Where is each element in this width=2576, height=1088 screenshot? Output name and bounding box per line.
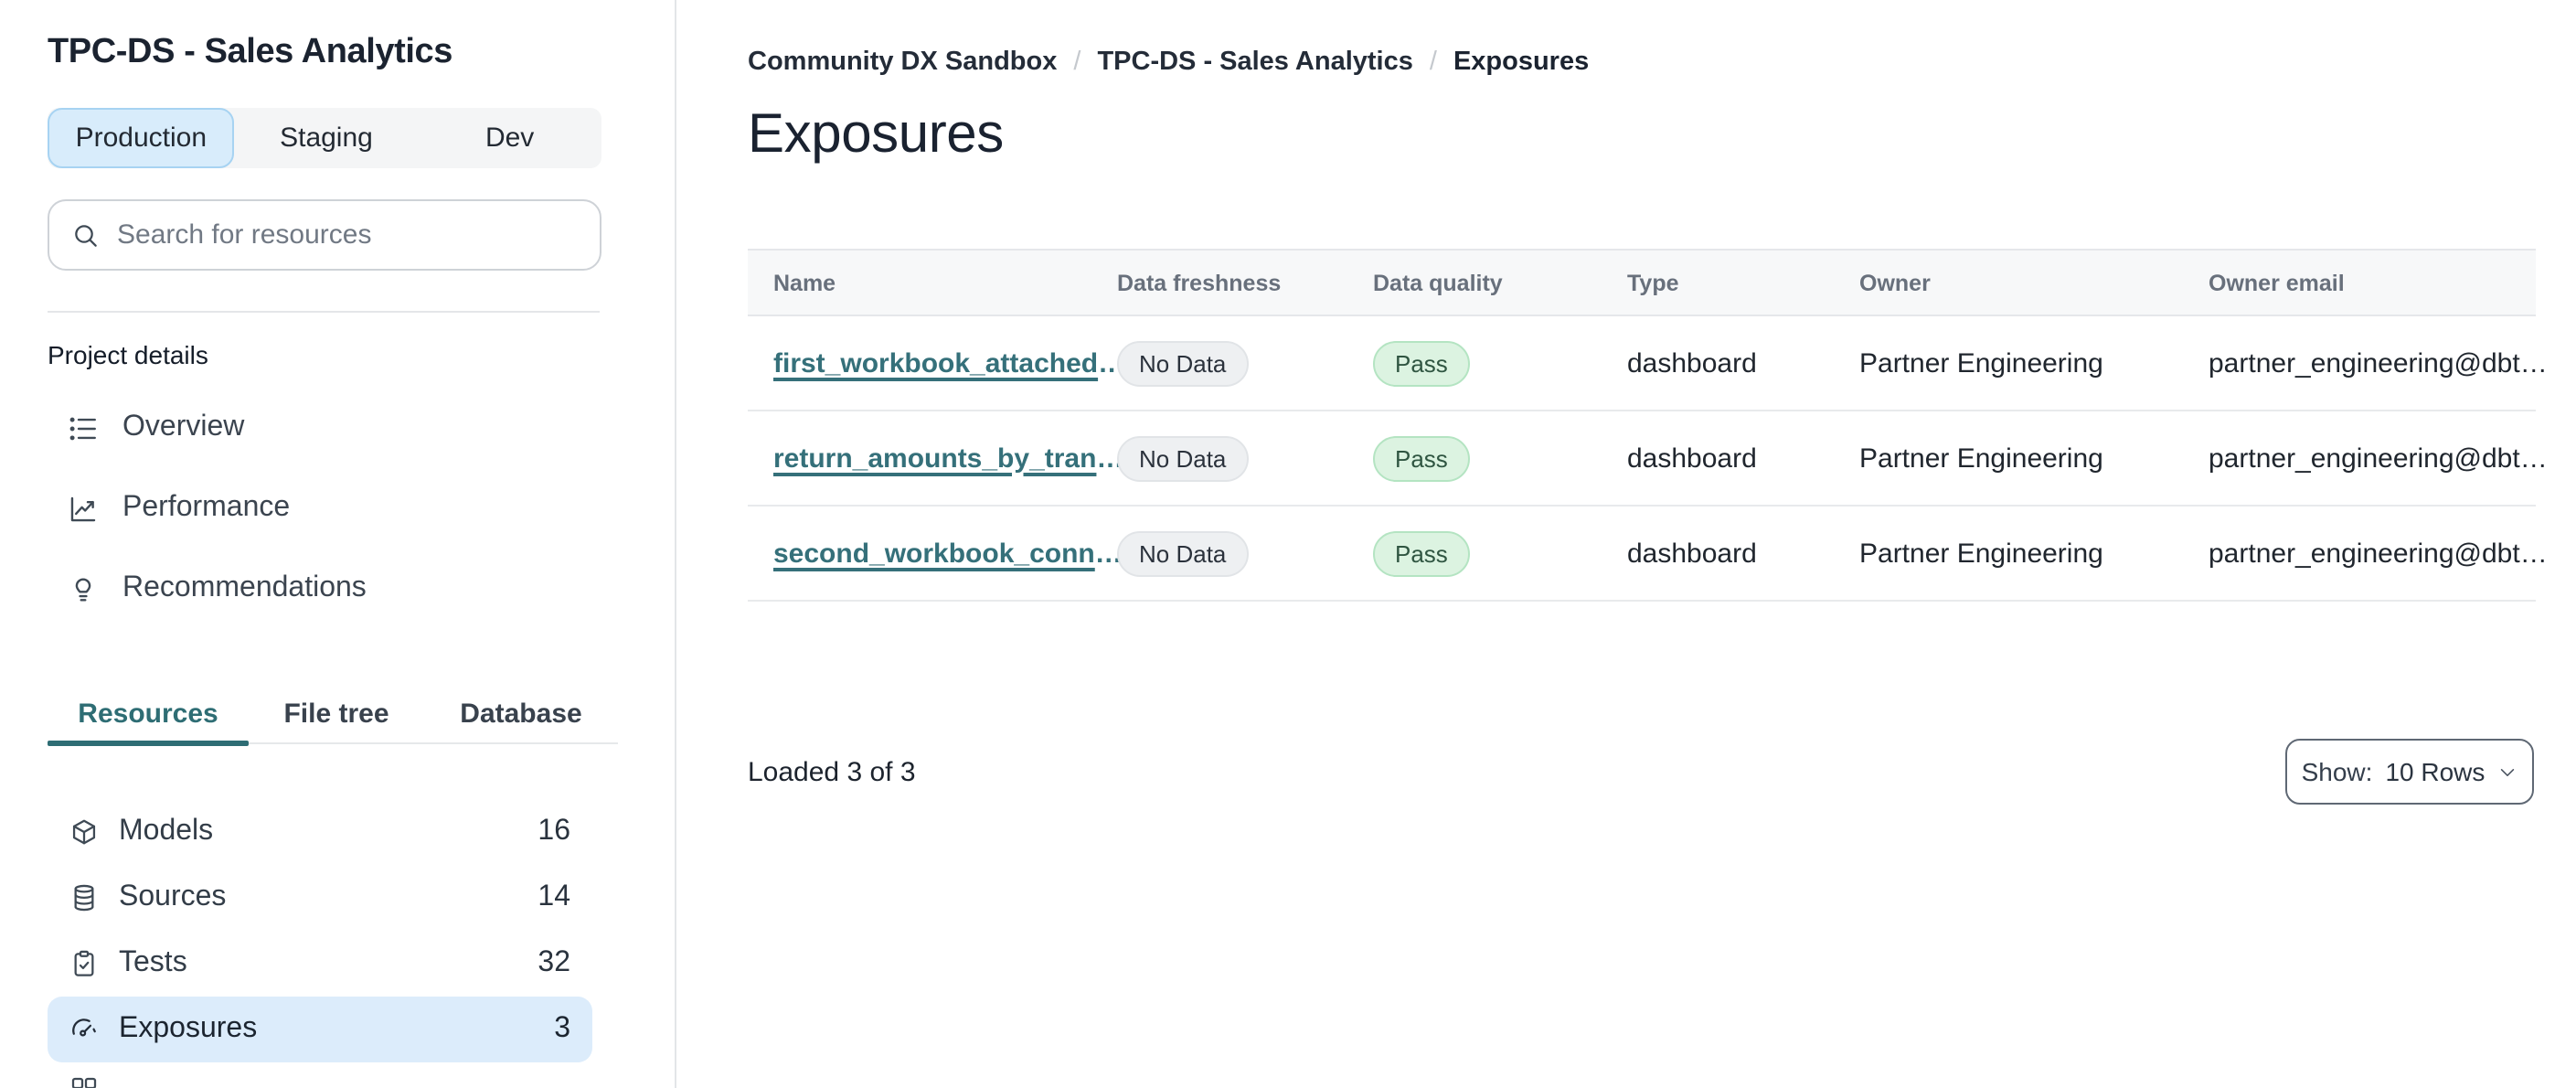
sidebar: TPC-DS - Sales Analytics Production Stag…: [0, 0, 676, 1088]
resource-item-count: 14: [538, 881, 570, 912]
resource-item-label: Sources: [119, 881, 227, 912]
environment-tabs: Production Staging Dev: [48, 108, 601, 168]
resource-item-count: 16: [538, 816, 570, 847]
data-quality-badge: Pass: [1373, 435, 1470, 481]
exposure-type: dashboard: [1627, 538, 1757, 569]
grid-icon: [71, 1077, 97, 1088]
exposure-type: dashboard: [1627, 443, 1757, 474]
sidebar-item-models[interactable]: Models 16: [48, 799, 592, 865]
list-icon: [69, 416, 96, 440]
search-input[interactable]: [117, 219, 578, 251]
data-freshness-badge: No Data: [1117, 530, 1249, 576]
resource-item-label: Tests: [119, 947, 187, 978]
column-header-data-quality: Data quality: [1373, 270, 1503, 295]
rows-per-page-dropdown[interactable]: Show: 10 Rows: [2285, 739, 2534, 805]
sidebar-tabs: Resources File tree Database: [48, 684, 618, 746]
env-tab-staging[interactable]: Staging: [235, 108, 419, 168]
project-details-label: Project details: [48, 340, 208, 369]
exposure-owner-email: partner_engineering@dbt…: [2209, 443, 2548, 474]
sidebar-item-exposures[interactable]: Exposures 3: [48, 997, 592, 1062]
data-quality-badge: Pass: [1373, 340, 1470, 386]
tab-file-tree[interactable]: File tree: [249, 684, 424, 742]
show-value: 10 Rows: [2385, 757, 2486, 786]
breadcrumb-item-exposures: Exposures: [1453, 48, 1590, 77]
resource-list: Models 16 Sources 14 Tests 32 Exposures …: [0, 799, 675, 1088]
tab-database[interactable]: Database: [424, 684, 618, 742]
column-header-type: Type: [1627, 270, 1679, 295]
show-label: Show:: [2301, 757, 2373, 786]
sidebar-item-overview[interactable]: Overview: [48, 388, 601, 468]
sidebar-item-recommendations[interactable]: Recommendations: [48, 549, 601, 629]
sidebar-item-label: Overview: [122, 411, 245, 443]
column-header-name: Name: [773, 270, 836, 295]
breadcrumb-separator: /: [1429, 48, 1437, 77]
sidebar-item-label: Recommendations: [122, 572, 367, 603]
exposure-name-link[interactable]: return_amounts_by_tran: [773, 443, 1096, 474]
sidebar-divider: [48, 311, 600, 313]
project-title: TPC-DS - Sales Analytics: [48, 33, 453, 71]
resource-item-count: 32: [538, 947, 570, 978]
env-tab-production[interactable]: Production: [48, 108, 235, 168]
exposure-owner: Partner Engineering: [1859, 443, 2103, 474]
resource-item-label: Models: [119, 816, 214, 847]
sidebar-item-sources[interactable]: Sources 14: [48, 865, 592, 931]
sidebar-item-performance[interactable]: Performance: [48, 468, 601, 549]
data-freshness-badge: No Data: [1117, 435, 1249, 481]
cube-icon: [72, 819, 96, 845]
exposure-name-link[interactable]: second_workbook_conn: [773, 538, 1095, 569]
exposure-owner: Partner Engineering: [1859, 538, 2103, 569]
tab-resources[interactable]: Resources: [48, 684, 249, 746]
breadcrumb: Community DX Sandbox / TPC-DS - Sales An…: [748, 48, 2576, 77]
breadcrumb-item-project[interactable]: TPC-DS - Sales Analytics: [1097, 48, 1412, 77]
resource-item-label: Exposures: [119, 1013, 258, 1044]
data-quality-badge: Pass: [1373, 530, 1470, 576]
sidebar-item-tests[interactable]: Tests 32: [48, 931, 592, 997]
breadcrumb-item-account[interactable]: Community DX Sandbox: [748, 48, 1057, 77]
line-chart-icon: [70, 496, 96, 521]
table-header: Name Data freshness Data quality Type Ow…: [748, 249, 2536, 316]
database-icon: [74, 884, 94, 912]
exposure-type: dashboard: [1627, 347, 1757, 379]
exposure-owner-email: partner_engineering@dbt…: [2209, 347, 2548, 379]
exposure-owner: Partner Engineering: [1859, 347, 2103, 379]
gauge-icon: [72, 1019, 96, 1037]
breadcrumb-separator: /: [1073, 48, 1081, 77]
partial-resource-item[interactable]: [69, 1075, 675, 1088]
main-content: Community DX Sandbox / TPC-DS - Sales An…: [676, 0, 2576, 1088]
page-title: Exposures: [748, 104, 1004, 165]
search-box[interactable]: [48, 199, 601, 271]
sidebar-item-label: Performance: [122, 492, 291, 523]
column-header-data-freshness: Data freshness: [1117, 270, 1282, 295]
chevron-down-icon: [2501, 768, 2515, 775]
exposure-name-link[interactable]: first_workbook_attached: [773, 347, 1098, 379]
clipboard-check-icon: [74, 950, 94, 976]
table-row: return_amounts_by_tran… No Data Pass das…: [748, 411, 2548, 507]
exposure-owner-email: partner_engineering@dbt…: [2209, 538, 2548, 569]
lightbulb-icon: [75, 577, 91, 601]
search-icon: [75, 224, 97, 246]
app-root: TPC-DS - Sales Analytics Production Stag…: [0, 0, 2576, 1088]
table-row: second_workbook_conn… No Data Pass dashb…: [748, 507, 2548, 602]
resource-item-count: 3: [554, 1013, 570, 1044]
loaded-status: Loaded 3 of 3: [748, 757, 916, 788]
table-row: first_workbook_attached… No Data Pass da…: [748, 316, 2548, 411]
env-tab-dev[interactable]: Dev: [418, 108, 601, 168]
project-details-nav: Overview Performance Recommendations: [0, 388, 675, 629]
column-header-owner: Owner: [1859, 270, 1931, 295]
data-freshness-badge: No Data: [1117, 340, 1249, 386]
exposures-table: Name Data freshness Data quality Type Ow…: [748, 249, 2548, 602]
column-header-owner-email: Owner email: [2209, 270, 2345, 295]
